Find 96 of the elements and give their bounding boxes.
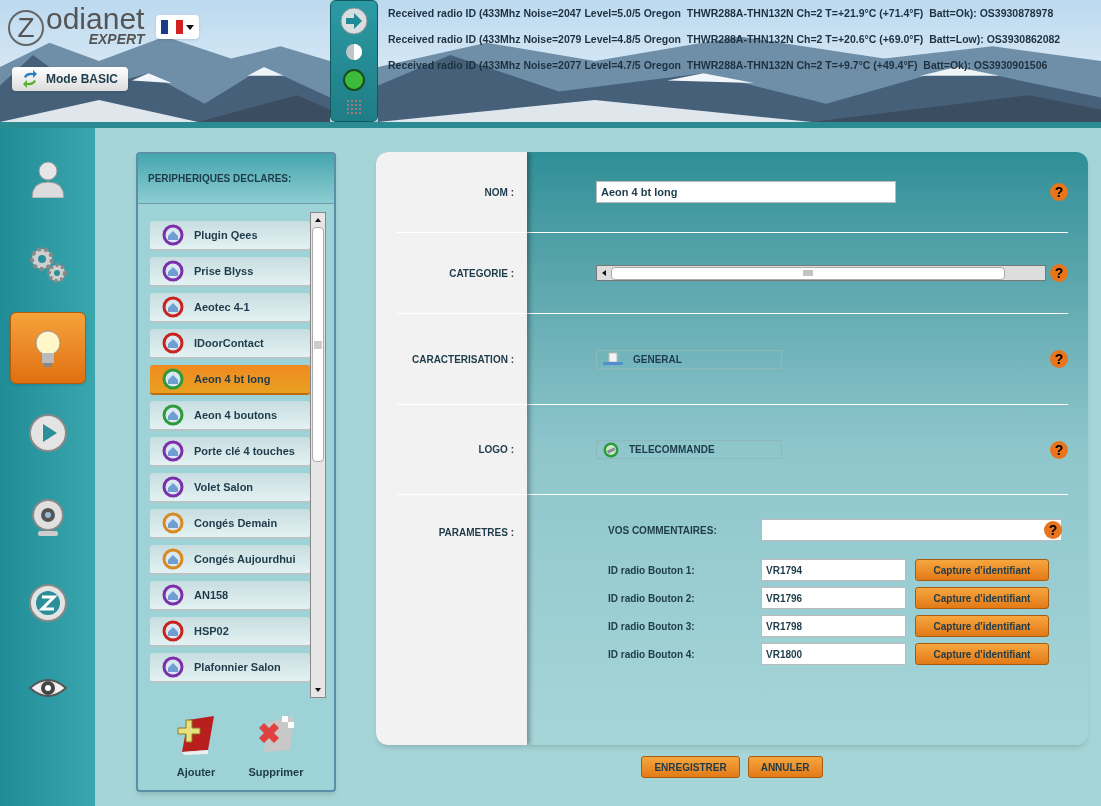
id-label: ID radio Bouton 4: <box>608 647 696 662</box>
device-name: IDoorContact <box>194 335 264 351</box>
field-label: CARACTERISATION : <box>411 352 514 367</box>
device-icon <box>162 224 184 246</box>
device-item[interactable]: Aeon 4 bt long <box>150 365 310 395</box>
device-icon <box>162 332 184 354</box>
form-button[interactable]: ANNULER <box>747 756 823 778</box>
field-label: NOM : <box>484 185 514 200</box>
logo-edition: EXPERT <box>88 32 145 46</box>
device-name: Aeotec 4-1 <box>194 299 250 315</box>
grip-icon <box>314 340 322 349</box>
list-scrollbar[interactable] <box>310 212 326 698</box>
id-label: ID radio Bouton 1: <box>608 563 696 578</box>
capture-button[interactable]: Capture d'identifiant <box>915 559 1049 581</box>
help-icon[interactable]: ? <box>1050 183 1068 201</box>
device-item[interactable]: HSP02 <box>150 617 310 647</box>
form-button[interactable]: ENREGISTRER <box>641 756 740 778</box>
logo-text: odianet <box>46 4 145 34</box>
nav-button[interactable] <box>9 312 86 384</box>
help-icon[interactable]: ? <box>1050 350 1068 368</box>
field-label: PARAMETRES : <box>438 526 514 540</box>
log-line: Received radio ID (433Mhz Noise=2047 Level=5.0/5 Oregon THWR288A-THN132N Ch=2 T=+21.9°C (+71.4°F) Batt=Ok): OS3930878978 <box>388 6 1055 21</box>
device-name: Volet Salon <box>194 479 254 495</box>
device-name: Aeon 4 boutons <box>194 407 278 423</box>
device-icon <box>162 296 184 318</box>
device-icon <box>162 404 184 426</box>
device-icon <box>162 368 184 390</box>
logo-letter: Z <box>8 10 44 46</box>
device-icon <box>162 260 184 282</box>
id-field[interactable]: VR1800 <box>761 643 906 665</box>
action-button[interactable]: Supprimer <box>243 714 309 781</box>
help-icon[interactable]: ? <box>1050 264 1068 282</box>
z-logo-icon <box>27 583 68 623</box>
device-icon <box>162 656 184 678</box>
device-icon <box>162 440 184 462</box>
remote-icon <box>603 441 619 458</box>
grip-icon <box>346 99 362 115</box>
id-field[interactable]: VR1796 <box>761 587 906 609</box>
chip-text: GENERAL <box>633 352 682 367</box>
comment-label: VOS COMMENTAIRES: <box>608 523 718 538</box>
device-name: Porte clé 4 touches <box>194 443 295 459</box>
device-icon <box>162 620 184 642</box>
action-button[interactable]: Ajouter <box>163 714 229 781</box>
add-book-icon <box>176 714 216 756</box>
flag-icon <box>161 20 183 34</box>
device-item[interactable]: Volet Salon <box>150 473 310 503</box>
device-name: Congés Aujourdhui <box>194 551 296 567</box>
field-label: LOGO : <box>478 443 514 457</box>
scroll-thumb[interactable] <box>611 266 1005 280</box>
log-line: Received radio ID (433Mhz Noise=2077 Level=4.7/5 Oregon THWR288A-THN132N Ch=2 T=+9.7°C (+49.4°F) Batt=Ok): OS3930901506 <box>388 58 1049 73</box>
device-item[interactable]: Aeotec 4-1 <box>150 293 310 323</box>
grip-icon <box>803 270 813 276</box>
device-icon <box>603 352 623 366</box>
device-item[interactable]: Aeon 4 boutons <box>150 401 310 431</box>
device-item[interactable]: Plafonnier Salon <box>150 653 310 683</box>
contrast-icon[interactable] <box>345 43 363 61</box>
id-label: ID radio Bouton 2: <box>608 591 696 606</box>
device-item[interactable]: Plugin Qees <box>150 221 310 251</box>
capture-button[interactable]: Capture d'identifiant <box>915 587 1049 609</box>
device-name: Congés Demain <box>194 515 278 531</box>
device-item[interactable]: Congés Demain <box>150 509 310 539</box>
name-field[interactable]: Aeon 4 bt long <box>596 181 896 203</box>
device-item[interactable]: Congés Aujourdhui <box>150 545 310 575</box>
id-label: ID radio Bouton 3: <box>608 619 696 634</box>
device-item[interactable]: Porte clé 4 touches <box>150 437 310 467</box>
log-line: Received radio ID (433Mhz Noise=2079 Level=4.8/5 Oregon THWR288A-THN132N Ch=2 T=+20.6°C (+69.0°F) Batt=Low): OS3930862082 <box>388 32 1061 47</box>
device-icon <box>162 512 184 534</box>
swap-icon <box>22 70 38 88</box>
device-item[interactable]: Prise Blyss <box>150 257 310 287</box>
device-icon <box>162 584 184 606</box>
scroll-thumb[interactable] <box>312 227 324 462</box>
device-name: Prise Blyss <box>194 263 254 279</box>
capture-button[interactable]: Capture d'identifiant <box>915 643 1049 665</box>
panel-title: PERIPHERIQUES DECLARES: <box>148 172 292 186</box>
help-icon[interactable]: ? <box>1050 440 1068 459</box>
device-item[interactable]: AN158 <box>150 581 310 611</box>
device-name: Aeon 4 bt long <box>194 371 271 387</box>
device-name: Plugin Qees <box>194 227 258 243</box>
language-dropdown[interactable] <box>156 15 199 39</box>
mode-basic-button[interactable]: Mode BASIC <box>12 67 128 91</box>
device-item[interactable]: IDoorContact <box>150 329 310 359</box>
device-name: Plafonnier Salon <box>194 659 281 675</box>
device-icon <box>162 548 184 570</box>
capture-button[interactable]: Capture d'identifiant <box>915 615 1049 637</box>
device-name: HSP02 <box>194 623 229 639</box>
id-field[interactable]: VR1794 <box>761 559 906 581</box>
category-scrollbar[interactable] <box>596 265 1046 281</box>
caret-icon <box>186 24 194 30</box>
id-field[interactable]: VR1798 <box>761 615 906 637</box>
play-icon <box>27 413 68 453</box>
status-light-icon <box>343 69 365 91</box>
chip-text: TELECOMMANDE <box>629 443 715 457</box>
device-name: AN158 <box>194 587 229 603</box>
field-label: CATEGORIE : <box>449 266 514 281</box>
comment-field[interactable] <box>761 519 1062 541</box>
device-icon <box>162 476 184 498</box>
